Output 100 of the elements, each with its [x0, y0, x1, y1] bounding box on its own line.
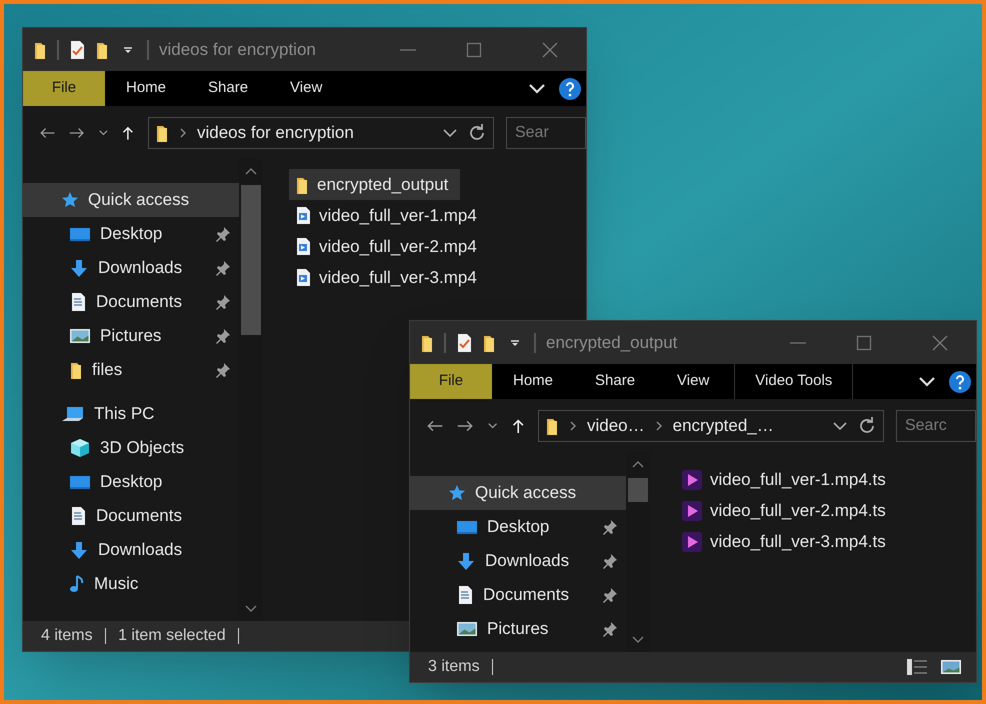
desktop-icon — [69, 225, 91, 243]
navigation-item[interactable]: Desktop — [23, 217, 239, 251]
file-item[interactable]: encrypted_output — [289, 169, 460, 200]
navigation-item[interactable]: Documents — [410, 578, 626, 612]
navigation-item[interactable]: Desktop — [23, 465, 239, 499]
file-name: video_full_ver-1.mp4 — [319, 204, 477, 227]
download-arrow-icon — [456, 552, 476, 570]
file-item[interactable]: video_full_ver-3.mp4.ts — [676, 526, 898, 557]
navigation-item[interactable]: Quick access — [23, 183, 239, 217]
properties-icon — [69, 40, 85, 60]
ribbon-tab[interactable]: View — [269, 71, 344, 106]
properties-icon — [456, 332, 472, 352]
navigation-item[interactable]: Documents — [23, 285, 239, 319]
navigation-item[interactable]: Pictures — [410, 612, 626, 646]
file-name: video_full_ver-1.mp4.ts — [710, 468, 886, 491]
navigation-label: Documents — [483, 584, 570, 606]
navigation-label: files — [92, 359, 124, 382]
scroll-down-icon — [632, 636, 644, 644]
file-name: video_full_ver-2.mp4 — [319, 236, 477, 258]
chevron-right-icon — [178, 126, 187, 138]
navigation-label: Downloads — [98, 539, 184, 562]
navigation-item[interactable]: Desktop — [410, 510, 626, 544]
file-menu-tab[interactable]: File — [410, 364, 492, 399]
navigation-label: Documents — [96, 291, 183, 314]
download-arrow-icon — [69, 541, 89, 559]
help-icon — [948, 370, 972, 394]
dropdown-chevron-icon — [832, 420, 847, 430]
desktop-icon — [69, 473, 91, 491]
minimize-icon — [400, 48, 416, 50]
play-icon — [682, 470, 702, 490]
navigation-item[interactable]: files — [23, 353, 239, 387]
picture-icon — [69, 326, 91, 346]
play-icon — [682, 500, 702, 520]
navigation-label: Desktop — [487, 516, 550, 538]
navigation-label: Pictures — [100, 325, 162, 348]
file-name: video_full_ver-3.mp4 — [319, 266, 477, 289]
details-view-icon — [906, 658, 928, 676]
ribbon-tab[interactable]: Home — [105, 71, 188, 106]
ribbon-tab[interactable]: Video Tools — [734, 364, 854, 399]
navigation-item[interactable]: Pictures — [23, 319, 239, 353]
file-item[interactable]: video_full_ver-1.mp4 — [289, 200, 489, 231]
video-file-icon — [295, 268, 311, 288]
address-bar[interactable]: video… encrypted_… — [538, 410, 884, 442]
navigation-label: Downloads — [485, 550, 570, 572]
navigation-label: Quick access — [88, 189, 190, 212]
ribbon-tab[interactable]: View — [656, 364, 730, 399]
address-bar[interactable]: videos for encryption — [148, 116, 494, 148]
file-name: encrypted_output — [317, 174, 448, 196]
navigation-item[interactable]: Downloads — [23, 533, 239, 567]
breadcrumb-item[interactable]: encrypted_… — [672, 412, 774, 438]
scrollbar-thumb[interactable] — [628, 478, 648, 502]
search-field[interactable]: Searc — [896, 410, 976, 442]
video-file-icon — [295, 206, 311, 226]
file-menu-tab[interactable]: File — [23, 71, 105, 106]
chevron-down-icon — [918, 376, 936, 388]
file-name: video_full_ver-2.mp4.ts — [710, 500, 886, 522]
navigation-label: Desktop — [100, 223, 164, 246]
chevron-down-icon — [528, 82, 546, 94]
status-text: 3 items — [428, 657, 480, 677]
maximize-icon — [856, 334, 872, 350]
maximize-icon — [466, 42, 482, 58]
file-name: video_full_ver-3.mp4.ts — [710, 530, 886, 553]
scroll-up-icon — [245, 167, 257, 175]
breadcrumb-item[interactable]: video… — [586, 412, 645, 438]
status-text: 4 items — [41, 626, 93, 646]
dropdown-icon — [510, 338, 520, 348]
navigation-item[interactable]: Quick access — [410, 476, 626, 510]
file-item[interactable]: video_full_ver-1.mp4.ts — [676, 464, 898, 495]
navigation-item[interactable]: Downloads — [410, 544, 626, 578]
navigation-item[interactable]: Downloads — [23, 251, 239, 285]
navigation-label: Desktop — [100, 471, 164, 494]
navigation-item[interactable]: Music — [23, 567, 239, 601]
play-icon — [682, 532, 702, 552]
scrollbar-thumb[interactable] — [241, 185, 261, 335]
ribbon-tab[interactable]: Share — [574, 364, 656, 399]
document-icon — [69, 506, 87, 526]
chevron-right-icon — [568, 420, 577, 432]
star-icon — [61, 191, 79, 209]
navigation-item[interactable]: 3D Objects — [23, 431, 239, 465]
large-icons-view-icon — [940, 658, 962, 676]
navigation-label: Downloads — [98, 257, 184, 280]
breadcrumb-item[interactable]: videos for encryption — [196, 120, 354, 146]
folder-icon — [69, 360, 83, 380]
navigation-item[interactable]: This PC — [23, 397, 239, 431]
ribbon-tab[interactable]: Share — [187, 71, 270, 106]
music-note-icon — [69, 574, 85, 594]
navigation-label: This PC — [94, 403, 156, 426]
navigation-item[interactable]: Documents — [23, 499, 239, 533]
ribbon-tab[interactable]: Home — [492, 364, 574, 399]
status-text: 1 item selected — [118, 626, 226, 646]
picture-icon — [456, 619, 478, 639]
file-item[interactable]: video_full_ver-2.mp4.ts — [676, 495, 898, 526]
download-arrow-icon — [69, 259, 89, 277]
navigation-label: Music — [94, 573, 140, 596]
search-field[interactable]: Sear — [506, 116, 586, 148]
file-item[interactable]: video_full_ver-3.mp4 — [289, 262, 489, 293]
window-title: encrypted_output — [546, 332, 678, 354]
desktop-icon — [456, 518, 478, 536]
dropdown-icon — [123, 44, 133, 54]
file-item[interactable]: video_full_ver-2.mp4 — [289, 231, 489, 262]
